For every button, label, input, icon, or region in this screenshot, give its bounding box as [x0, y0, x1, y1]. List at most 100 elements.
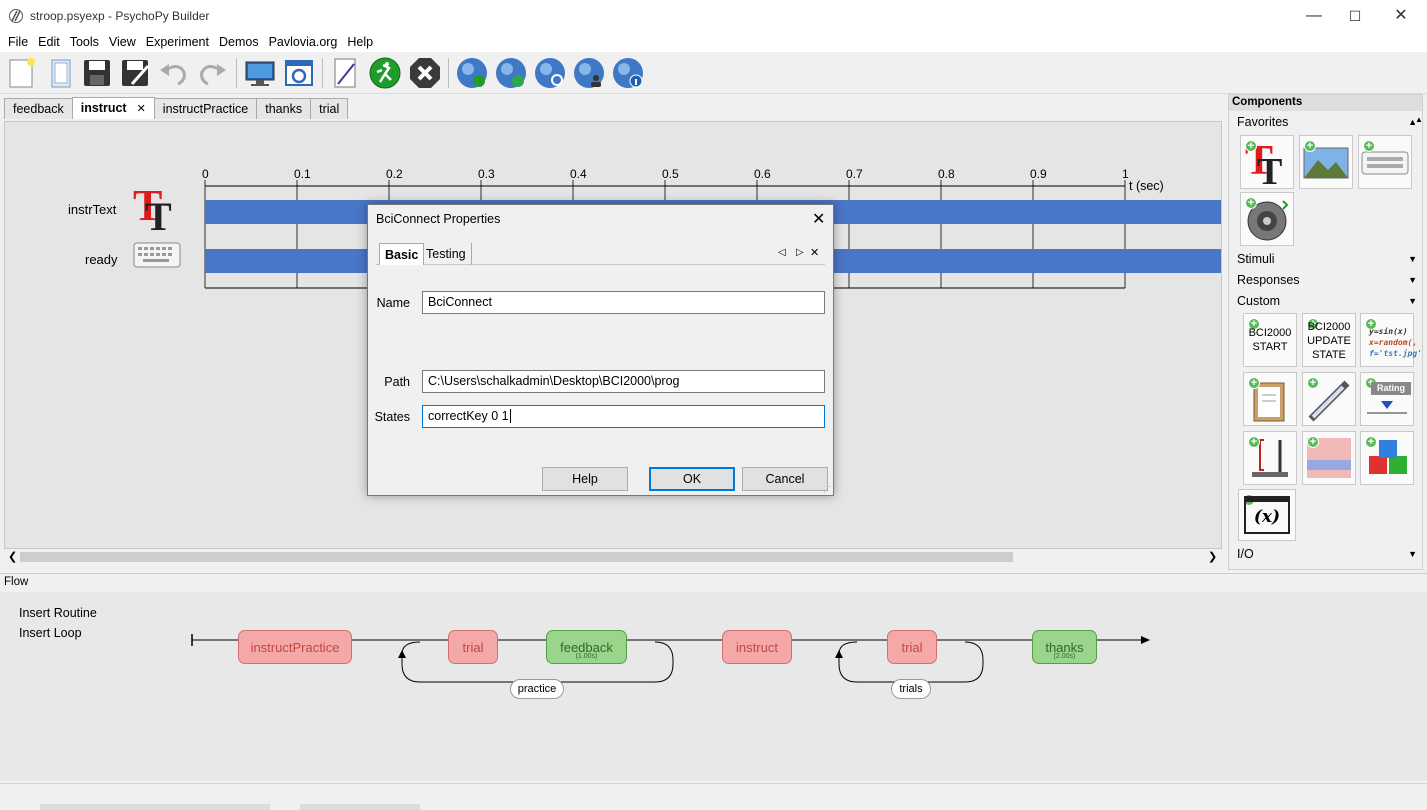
new-file-icon[interactable]	[4, 56, 38, 90]
add-icon: +	[1307, 436, 1319, 448]
category-custom[interactable]: Custom ▼	[1237, 294, 1417, 308]
category-favorites[interactable]: Favorites ▲	[1237, 115, 1417, 129]
menu-experiment[interactable]: Experiment	[141, 32, 214, 52]
experiment-settings-icon[interactable]	[282, 56, 316, 90]
toolbar-separator	[236, 58, 237, 88]
menu-help[interactable]: Help	[342, 32, 378, 52]
scroll-thumb[interactable]	[20, 552, 1013, 562]
category-io[interactable]: I/O ▼	[1237, 547, 1417, 561]
help-button[interactable]: Help	[542, 467, 628, 491]
category-stimuli[interactable]: Stimuli ▼	[1237, 252, 1417, 266]
resize-grip-icon[interactable]: ⋰	[823, 485, 831, 494]
menu-file[interactable]: File	[0, 32, 33, 52]
scroll-right-icon[interactable]: ❯	[1208, 550, 1217, 563]
bci2000-update-state-button[interactable]: + BCI2000 UPDATE STATE	[1302, 313, 1356, 367]
tab-next-icon[interactable]: ▷	[796, 247, 804, 258]
pavlovia-run-icon[interactable]	[455, 56, 489, 90]
menu-view[interactable]: View	[104, 32, 141, 52]
dialog-tab-testing[interactable]: Testing	[421, 243, 472, 265]
flow-diagram	[191, 634, 1150, 683]
scroll-left-icon[interactable]: ❮	[8, 550, 17, 563]
bci2000-start-button[interactable]: + BCI2000 START	[1243, 313, 1297, 367]
save-icon[interactable]	[80, 56, 114, 90]
expand-icon: ▼	[1408, 549, 1417, 559]
pavlovia-search-icon[interactable]	[533, 56, 567, 90]
form-component-button[interactable]: +	[1243, 372, 1297, 426]
routine-duration: (1.00s)	[575, 653, 598, 660]
tab-thanks[interactable]: thanks	[256, 98, 312, 119]
category-label: Stimuli	[1237, 252, 1275, 266]
undo-icon[interactable]	[156, 56, 190, 90]
tick-label: 0.3	[478, 167, 495, 181]
redo-icon[interactable]	[196, 56, 230, 90]
component-name-ready[interactable]: ready	[85, 252, 118, 267]
menu-bar: File Edit Tools View Experiment Demos Pavlovia…	[0, 32, 1427, 52]
save-as-icon[interactable]	[118, 56, 152, 90]
pavlovia-info-icon[interactable]	[611, 56, 645, 90]
minimize-button[interactable]: —	[1303, 6, 1325, 26]
ok-button[interactable]: OK	[649, 467, 735, 491]
bci-start-line2: START	[1252, 341, 1288, 353]
code-line1: y=sin(x)	[1369, 327, 1408, 336]
name-field[interactable]: BciConnect	[422, 291, 825, 314]
tab-trial[interactable]: trial	[310, 98, 349, 119]
close-window-button[interactable]: ✕	[1390, 6, 1412, 26]
menu-demos[interactable]: Demos	[214, 32, 264, 52]
menu-tools[interactable]: Tools	[65, 32, 104, 52]
component-name-instrtext[interactable]: instrText	[68, 202, 116, 217]
open-file-icon[interactable]	[44, 56, 78, 90]
status-bar	[0, 783, 1427, 810]
tab-prev-icon[interactable]: ◁	[778, 247, 786, 258]
cancel-button[interactable]: Cancel	[742, 467, 828, 491]
stop-icon[interactable]	[408, 56, 442, 90]
bci-update-line1: BCI2000	[1307, 321, 1351, 333]
category-responses[interactable]: Responses ▼	[1237, 273, 1417, 287]
cubes-component-button[interactable]: +	[1360, 431, 1414, 485]
add-icon: +	[1248, 436, 1260, 448]
path-field[interactable]: C:\Users\schalkadmin\Desktop\BCI2000\pro…	[422, 370, 825, 393]
category-label: Favorites	[1237, 115, 1289, 129]
text-icon[interactable]: T T	[131, 182, 181, 234]
rating-component-button[interactable]: + Rating	[1360, 372, 1414, 426]
variable-component-button[interactable]: + (x)	[1238, 489, 1296, 541]
menu-pavlovia[interactable]: Pavlovia.org	[264, 32, 343, 52]
bci-start-line1: BCI2000	[1248, 327, 1292, 339]
tick-label: 0.9	[1030, 167, 1047, 181]
flow-routine-feedback[interactable]: feedback (1.00s)	[546, 630, 627, 664]
close-tab-icon[interactable]: ✕	[137, 103, 146, 115]
scale-component-button[interactable]: +	[1302, 431, 1356, 485]
loop-label-trials[interactable]: trials	[891, 679, 931, 699]
add-icon: +	[1245, 140, 1257, 152]
tab-instruct[interactable]: instruct ✕	[71, 97, 155, 119]
maximize-button[interactable]: ☐	[1344, 6, 1366, 26]
sound-component-button[interactable]: +	[1240, 192, 1294, 246]
image-component-button[interactable]: +	[1299, 135, 1353, 189]
slider-component-button[interactable]: +	[1243, 431, 1297, 485]
code-component-button[interactable]: + y=sin(x) x=random(, f='tst.jpg'	[1360, 313, 1422, 367]
text-component-button[interactable]: + T T	[1240, 135, 1294, 193]
keyboard-icon[interactable]	[133, 240, 181, 270]
tab-instructpractice[interactable]: instructPractice	[153, 98, 258, 119]
pavlovia-user-icon[interactable]	[572, 56, 606, 90]
states-field[interactable]: correctKey 0 1	[422, 405, 825, 428]
flow-routine-instruct[interactable]: instruct	[722, 630, 792, 664]
menu-edit[interactable]: Edit	[33, 32, 65, 52]
path-label: Path	[384, 375, 410, 389]
dialog-close-button[interactable]: ✕	[812, 209, 825, 229]
compile-script-icon[interactable]	[328, 56, 362, 90]
syringe-component-button[interactable]: +	[1302, 372, 1356, 426]
dialog-tab-basic[interactable]: Basic	[379, 243, 425, 265]
monitor-center-icon[interactable]	[243, 56, 277, 90]
run-icon[interactable]	[368, 56, 402, 90]
horizontal-scrollbar[interactable]: ❮ ❯	[4, 549, 1222, 565]
flow-routine-trial[interactable]: trial	[448, 630, 498, 664]
flow-routine-trial[interactable]: trial	[887, 630, 937, 664]
tab-feedback[interactable]: feedback	[4, 98, 73, 119]
tab-close-icon[interactable]: ✕	[810, 246, 819, 259]
pavlovia-sync-icon[interactable]	[494, 56, 528, 90]
flow-routine-instructpractice[interactable]: instructPractice	[238, 630, 352, 664]
loop-label-practice[interactable]: practice	[510, 679, 564, 699]
keyboard-component-button[interactable]: +	[1358, 135, 1412, 189]
svg-text:T: T	[1257, 151, 1282, 188]
flow-routine-thanks[interactable]: thanks (2.00s)	[1032, 630, 1097, 664]
